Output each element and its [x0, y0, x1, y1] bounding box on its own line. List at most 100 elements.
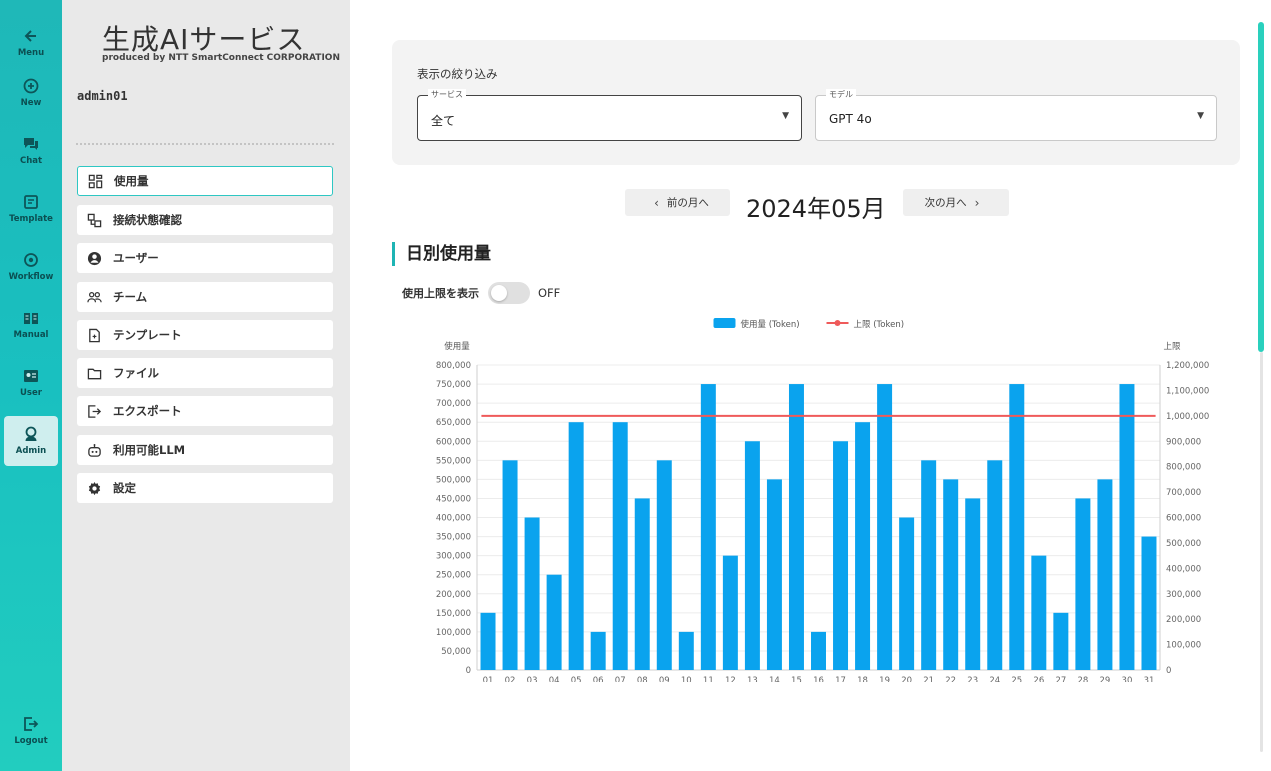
- scrollbar-track[interactable]: [1260, 352, 1263, 752]
- y-tick-label: 150,000: [436, 609, 471, 619]
- menu-item-export[interactable]: エクスポート: [77, 396, 333, 426]
- x-tick-label: 17: [835, 676, 846, 682]
- y2-tick-label: 400,000: [1166, 564, 1201, 574]
- divider: [76, 143, 334, 145]
- rail-template[interactable]: Template: [4, 184, 58, 234]
- y2-tick-label: 600,000: [1166, 514, 1201, 524]
- workflow-icon: [24, 253, 38, 267]
- x-tick-label: 22: [945, 676, 956, 682]
- menu-item-label: 利用可能LLM: [113, 443, 186, 457]
- rail-manual[interactable]: Manual: [4, 300, 58, 350]
- menu-item-users[interactable]: ユーザー: [77, 243, 333, 273]
- chart-bar: [1075, 498, 1091, 670]
- y-tick-label: 350,000: [436, 533, 471, 543]
- limit-toggle[interactable]: [488, 282, 530, 304]
- x-tick-label: 18: [857, 676, 868, 682]
- x-tick-label: 09: [659, 676, 670, 682]
- y2-tick-label: 300,000: [1166, 590, 1201, 600]
- chart-bar: [855, 422, 871, 670]
- model-select-legend: モデル: [826, 89, 856, 100]
- scrollbar-thumb[interactable]: [1258, 22, 1264, 352]
- y2-tick-label: 1,100,000: [1166, 386, 1209, 396]
- menu-item-template[interactable]: テンプレート: [77, 320, 333, 350]
- x-tick-label: 07: [615, 676, 626, 682]
- chart-bar: [811, 631, 826, 670]
- rail-template-label: Template: [9, 214, 53, 224]
- chart-bar: [590, 631, 606, 670]
- connection-icon: [85, 211, 103, 229]
- y-tick-label: 500,000: [436, 475, 471, 485]
- x-tick-label: 11: [703, 676, 714, 682]
- chart-bar: [877, 384, 893, 670]
- x-tick-label: 10: [681, 676, 692, 682]
- chart-bar: [1141, 536, 1157, 670]
- menu-item-label: 使用量: [114, 174, 149, 188]
- x-tick-label: 20: [901, 676, 912, 682]
- brand-title: 生成AIサービス: [102, 23, 306, 56]
- chart-bar: [921, 460, 937, 670]
- y2-tick-label: 200,000: [1166, 615, 1201, 625]
- arrow-left-icon: [24, 30, 36, 42]
- y2-tick-label: 1,000,000: [1166, 412, 1209, 422]
- chart-bar: [1097, 479, 1113, 670]
- prev-month-button[interactable]: ‹ 前の月へ: [625, 189, 730, 216]
- menu-item-usage[interactable]: 使用量: [77, 166, 333, 196]
- x-tick-label: 06: [593, 676, 604, 682]
- service-select-value: 全て: [431, 114, 456, 128]
- daily-usage-chart: 0 50,000 100,000 150,000 200,000 250,000 300,0…: [390, 312, 1270, 686]
- y2-tick-label: 500,000: [1166, 539, 1201, 549]
- rail-user[interactable]: User: [4, 358, 58, 408]
- rail-logout[interactable]: Logout: [4, 706, 58, 756]
- rail-workflow[interactable]: Workflow: [4, 242, 58, 292]
- service-select[interactable]: サービス 全て ▼: [417, 89, 802, 141]
- rail-admin-label: Admin: [15, 446, 47, 456]
- y-tick-label: 250,000: [436, 571, 471, 581]
- legend-usage-swatch: [713, 318, 736, 328]
- y2-tick-label: 0: [1166, 666, 1171, 676]
- x-tick-label: 21: [923, 676, 934, 682]
- x-tick-label: 19: [879, 676, 890, 682]
- model-select[interactable]: モデル GPT 4o ▼: [815, 89, 1217, 141]
- limit-toggle-row: 使用上限を表示 OFF: [402, 281, 560, 305]
- menu-item-llm[interactable]: 利用可能LLM: [77, 435, 333, 465]
- chart-bar: [502, 460, 518, 670]
- chart-bar: [480, 612, 496, 670]
- menu-item-connection[interactable]: 接続状態確認: [77, 205, 333, 235]
- chart-bar: [899, 517, 915, 670]
- rail-new[interactable]: New: [4, 68, 58, 118]
- menu-item-team[interactable]: チーム: [77, 282, 333, 312]
- rail-chat[interactable]: Chat: [4, 126, 58, 176]
- chart-bar: [700, 384, 716, 670]
- chart-bar: [546, 574, 562, 670]
- menu-item-settings[interactable]: 設定: [77, 473, 333, 503]
- chart-bar: [788, 384, 804, 670]
- limit-toggle-state: OFF: [538, 286, 561, 300]
- book-icon: [24, 313, 38, 324]
- x-tick-label: 23: [967, 676, 978, 682]
- x-tick-label: 04: [549, 676, 560, 682]
- chart-bar: [1009, 384, 1025, 670]
- left-rail: Menu New Chat Template Workflow Manual U…: [0, 0, 62, 771]
- x-tick-label: 15: [791, 676, 802, 682]
- admin-side-panel: 生成AIサービス produced by NTT SmartConnect CO…: [62, 0, 350, 771]
- rail-user-label: User: [20, 388, 42, 398]
- service-select-legend: サービス: [428, 89, 466, 100]
- chart-bar: [612, 422, 628, 670]
- chart-bar: [766, 479, 782, 670]
- y2-tick-label: 900,000: [1166, 437, 1201, 447]
- menu-item-file[interactable]: ファイル: [77, 358, 333, 388]
- x-tick-label: 05: [571, 676, 582, 682]
- robot-icon: [85, 441, 103, 459]
- rail-menu[interactable]: Menu: [4, 18, 58, 68]
- next-month-button[interactable]: 次の月へ ›: [903, 189, 1009, 216]
- x-tick-label: 29: [1100, 676, 1111, 682]
- menu-item-label: テンプレート: [113, 328, 182, 342]
- chart-bar: [943, 479, 959, 670]
- rail-admin[interactable]: Admin: [4, 416, 58, 466]
- x-tick-label: 24: [989, 676, 1000, 682]
- y-tick-label: 550,000: [436, 456, 471, 466]
- rail-manual-label: Manual: [13, 330, 49, 340]
- prev-month-label: 前の月へ: [666, 197, 709, 209]
- next-month-label: 次の月へ: [924, 197, 967, 209]
- chart-bar: [833, 441, 849, 670]
